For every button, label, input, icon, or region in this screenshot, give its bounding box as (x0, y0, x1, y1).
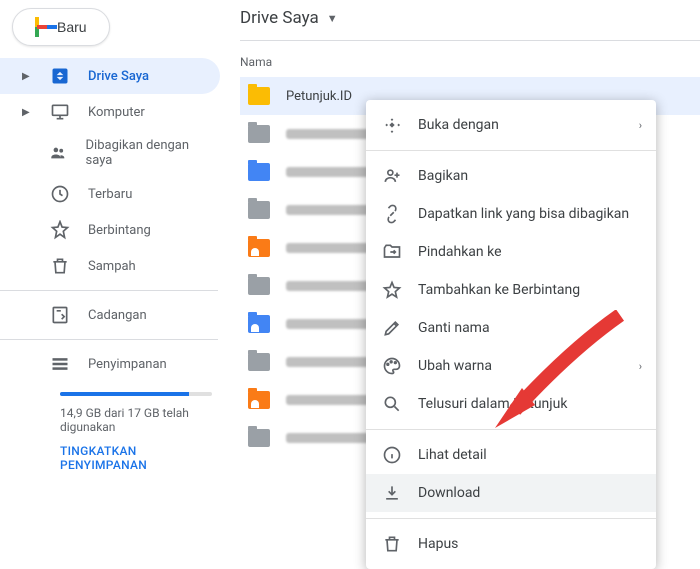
file-name-blurred (286, 205, 376, 215)
drive-icon (50, 66, 70, 86)
folder-icon (248, 163, 270, 181)
file-name-blurred (286, 433, 376, 443)
menu-download[interactable]: Download (366, 474, 656, 512)
new-button[interactable]: Baru (12, 8, 110, 46)
menu-separator (366, 518, 656, 519)
sidebar-item-storage[interactable]: Penyimpanan (0, 346, 220, 382)
people-icon (49, 143, 67, 163)
nav-label: Dibagikan dengan saya (86, 138, 209, 168)
star-icon (50, 220, 70, 240)
file-name-blurred (286, 281, 376, 291)
column-header-name[interactable]: Nama (240, 41, 700, 77)
menu-change-color[interactable]: Ubah warna › (366, 347, 656, 385)
pencil-icon (382, 318, 402, 338)
nav-label: Komputer (88, 105, 145, 120)
menu-label: Bagikan (418, 168, 468, 184)
dropdown-icon: ▼ (327, 12, 338, 25)
chevron-right-icon: › (639, 360, 642, 373)
menu-label: Dapatkan link yang bisa dibagikan (418, 206, 629, 222)
sidebar-item-recent[interactable]: Terbaru (0, 176, 220, 212)
nav-label: Penyimpanan (88, 357, 167, 372)
divider (0, 290, 218, 291)
file-name: Petunjuk.ID (286, 89, 352, 104)
menu-remove[interactable]: Hapus (366, 525, 656, 563)
folder-icon (248, 277, 270, 295)
file-name-blurred (286, 129, 376, 139)
nav-label: Berbintang (88, 223, 151, 238)
file-name-blurred (286, 243, 376, 253)
trash-icon (50, 256, 70, 276)
menu-label: Telusuri dalam Petunjuk (418, 396, 567, 412)
menu-label: Pindahkan ke (418, 244, 502, 260)
breadcrumb[interactable]: Drive Saya ▼ (240, 0, 700, 41)
menu-label: Ubah warna (418, 358, 492, 374)
info-icon (382, 445, 402, 465)
sidebar-item-shared[interactable]: Dibagikan dengan saya (0, 130, 220, 176)
trash-icon (382, 534, 402, 554)
clock-icon (50, 184, 70, 204)
chevron-right-icon: › (639, 119, 642, 132)
menu-get-link[interactable]: Dapatkan link yang bisa dibagikan (366, 195, 656, 233)
storage-block: 14,9 GB dari 17 GB telah digunakan TINGK… (0, 382, 230, 482)
folder-shared-icon (248, 391, 270, 409)
link-icon (382, 204, 402, 224)
sidebar: Baru ▶ Drive Saya ▶ Komputer Dibagikan d… (0, 0, 230, 543)
menu-view-details[interactable]: Lihat detail (366, 436, 656, 474)
folder-icon (248, 201, 270, 219)
file-name-blurred (286, 319, 376, 329)
caret-icon: ▶ (22, 71, 32, 82)
folder-icon (248, 353, 270, 371)
upgrade-storage-link[interactable]: TINGKATKAN PENYIMPANAN (60, 444, 212, 472)
menu-share[interactable]: Bagikan (366, 157, 656, 195)
menu-label: Buka dengan (418, 117, 499, 133)
search-icon (382, 394, 402, 414)
menu-label: Hapus (418, 536, 458, 552)
menu-separator (366, 429, 656, 430)
nav-label: Drive Saya (88, 69, 149, 84)
folder-icon (248, 125, 270, 143)
nav-label: Sampah (88, 259, 136, 274)
move-icon (382, 242, 402, 262)
download-icon (382, 483, 402, 503)
nav-label: Cadangan (88, 308, 147, 323)
divider (0, 339, 218, 340)
menu-rename[interactable]: Ganti nama (366, 309, 656, 347)
sidebar-item-my-drive[interactable]: ▶ Drive Saya (0, 58, 220, 94)
star-icon (382, 280, 402, 300)
context-menu: Buka dengan › Bagikan Dapatkan link yang… (366, 100, 656, 569)
folder-icon (248, 87, 270, 105)
caret-icon: ▶ (22, 107, 32, 118)
menu-label: Tambahkan ke Berbintang (418, 282, 580, 298)
menu-move-to[interactable]: Pindahkan ke (366, 233, 656, 271)
storage-text: 14,9 GB dari 17 GB telah digunakan (60, 406, 212, 434)
folder-shared-icon (248, 315, 270, 333)
plus-icon (27, 17, 47, 37)
sidebar-item-trash[interactable]: Sampah (0, 248, 220, 284)
sidebar-item-computers[interactable]: ▶ Komputer (0, 94, 220, 130)
file-name-blurred (286, 167, 376, 177)
storage-icon (50, 354, 70, 374)
file-name-blurred (286, 357, 376, 367)
sidebar-item-backups[interactable]: Cadangan (0, 297, 220, 333)
folder-shared-icon (248, 239, 270, 257)
file-name-blurred (286, 395, 376, 405)
person-add-icon (382, 166, 402, 186)
palette-icon (382, 356, 402, 376)
menu-open-with[interactable]: Buka dengan › (366, 106, 656, 144)
folder-icon (248, 429, 270, 447)
menu-label: Lihat detail (418, 447, 487, 463)
breadcrumb-label: Drive Saya (240, 8, 319, 28)
menu-add-star[interactable]: Tambahkan ke Berbintang (366, 271, 656, 309)
menu-separator (366, 150, 656, 151)
backup-icon (50, 305, 70, 325)
storage-bar (60, 392, 212, 396)
open-with-icon (382, 115, 402, 135)
computer-icon (50, 102, 70, 122)
new-button-label: Baru (57, 19, 87, 35)
menu-label: Ganti nama (418, 320, 490, 336)
menu-search-in[interactable]: Telusuri dalam Petunjuk (366, 385, 656, 423)
menu-label: Download (418, 485, 480, 501)
nav-label: Terbaru (88, 187, 132, 202)
sidebar-item-starred[interactable]: Berbintang (0, 212, 220, 248)
